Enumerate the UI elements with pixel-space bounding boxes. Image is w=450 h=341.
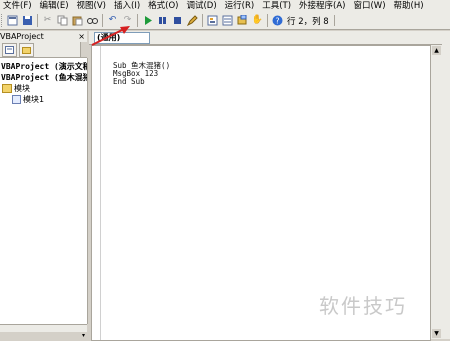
watermark-text: 软件技巧: [319, 294, 407, 318]
annotation-arrow-icon: [91, 26, 130, 46]
